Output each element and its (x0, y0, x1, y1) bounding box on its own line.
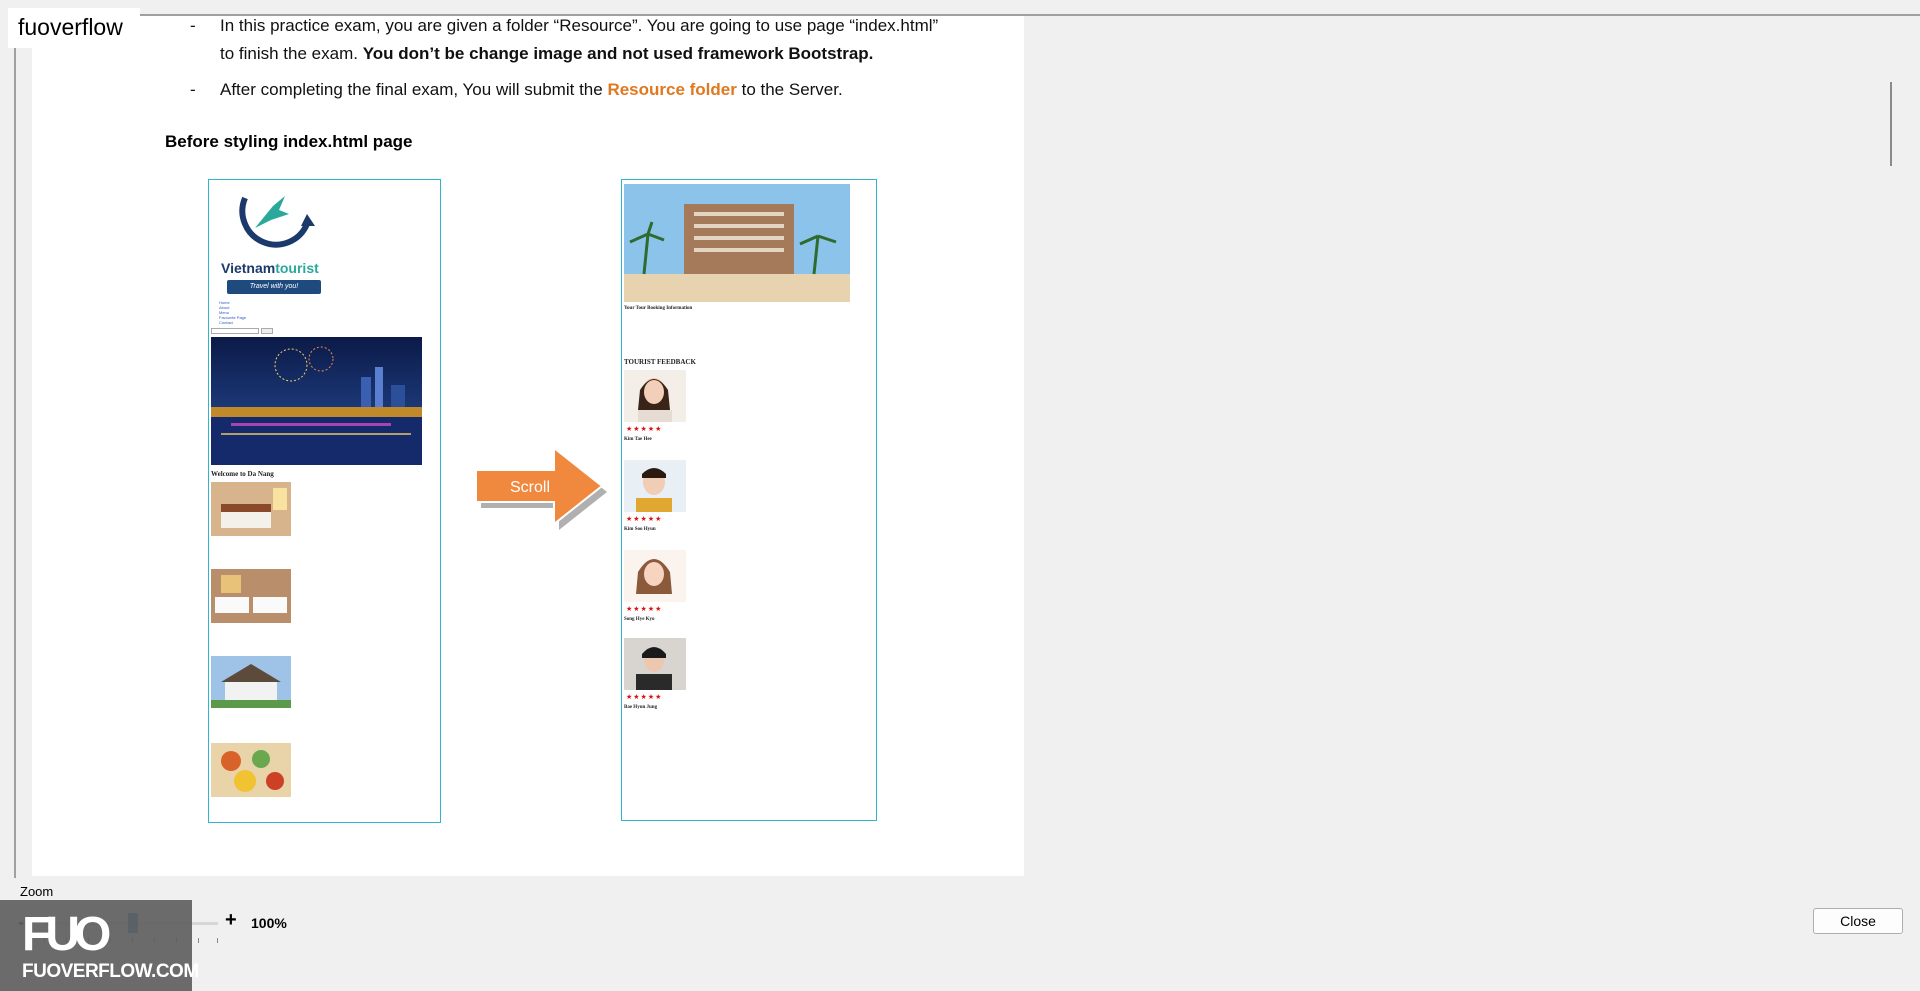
fuo-logo-icon: FUO (22, 908, 116, 960)
mock-search-button (261, 328, 273, 334)
rating-stars-1: ★★★★★ (626, 426, 663, 433)
bullet-dash: - (190, 80, 196, 99)
reviewer-photo-3 (624, 550, 686, 602)
mock-nav-list: Home About Menu Favourite Page Contact (219, 300, 247, 325)
rating-stars-2: ★★★★★ (626, 516, 663, 523)
bullet-text-prefix: After completing the final exam, You wil… (220, 80, 608, 99)
logo-circle-icon (239, 196, 315, 248)
reviewer-photo-4 (624, 638, 686, 690)
logo-tagline: Travel with you! (227, 280, 321, 294)
tourist-feedback-heading: TOURIST FEEDBACK (624, 358, 696, 366)
vietnamtourist-logo: Vietnamtourist Travel with you! (215, 184, 321, 294)
before-styling-right-screenshot: Your Tour Booking Information ​​​​​​ TOU… (621, 179, 877, 821)
exam-page-image: - In this practice exam, you are given a… (32, 16, 1024, 876)
welcome-heading: Welcome to Da Nang (211, 470, 274, 478)
reviewer-photo-2 (624, 460, 686, 512)
vertical-scrollbar[interactable] (1882, 16, 1900, 878)
rating-stars-4: ★★★★★ (626, 694, 663, 701)
reviewer-name-3: Song Hye Kyo (624, 617, 655, 622)
scrollbar-thumb[interactable] (1890, 82, 1892, 166)
fuoverflow-logo-text: FUOVERFLOW.COM (22, 961, 199, 982)
svg-text:FUO: FUO (22, 908, 110, 960)
booking-heading: Your Tour Booking Information (624, 306, 693, 311)
hotel-room-photo-1 (211, 482, 291, 536)
bullet-text-plain: to finish the exam. (220, 44, 363, 63)
resource-folder-highlight: Resource folder (607, 80, 737, 99)
reviewer-name-4: Bae Hyun Jung (624, 705, 658, 710)
bullet-text-line-1: In this practice exam, you are given a f… (220, 16, 939, 35)
reviewer-photo-1 (624, 370, 686, 422)
reviewer-name-2: Kim Soo Hyun (624, 527, 656, 532)
fuoverflow-watermark-top: fuoverflow (8, 8, 140, 48)
zoom-in-button[interactable]: + (225, 909, 237, 932)
before-styling-left-screenshot: Vietnamtourist Travel with you! Home Abo… (208, 179, 441, 823)
bullet-text-bold: You don’t be change image and not used f… (362, 44, 874, 63)
bullet-text-suffix: to the Server. (736, 80, 843, 99)
zoom-value: 100% (251, 915, 287, 931)
section-heading: Before styling index.html page (165, 132, 413, 151)
food-photo (211, 743, 291, 797)
fuoverflow-watermark-bottom: FUO FUOVERFLOW.COM (0, 900, 199, 991)
scroll-arrow: Scroll (474, 445, 608, 530)
mock-search-input (211, 328, 259, 334)
zoom-label: Zoom (20, 884, 54, 899)
bullet-dash: - (190, 16, 196, 35)
villa-photo (211, 656, 291, 708)
image-viewer-dialog: - In this practice exam, you are given a… (0, 0, 1920, 991)
close-button[interactable]: Close (1813, 908, 1903, 934)
logo-text: Vietnamtourist (221, 260, 319, 276)
danang-night-photo (211, 337, 422, 465)
scroll-label: Scroll (510, 479, 550, 496)
rating-stars-3: ★★★★★ (626, 606, 663, 613)
reviewer-name-1: Kim Tae Hee (624, 437, 652, 442)
hotel-room-photo-2 (211, 569, 291, 623)
beach-resort-photo (624, 184, 850, 302)
image-viewport[interactable]: - In this practice exam, you are given a… (16, 16, 1900, 878)
